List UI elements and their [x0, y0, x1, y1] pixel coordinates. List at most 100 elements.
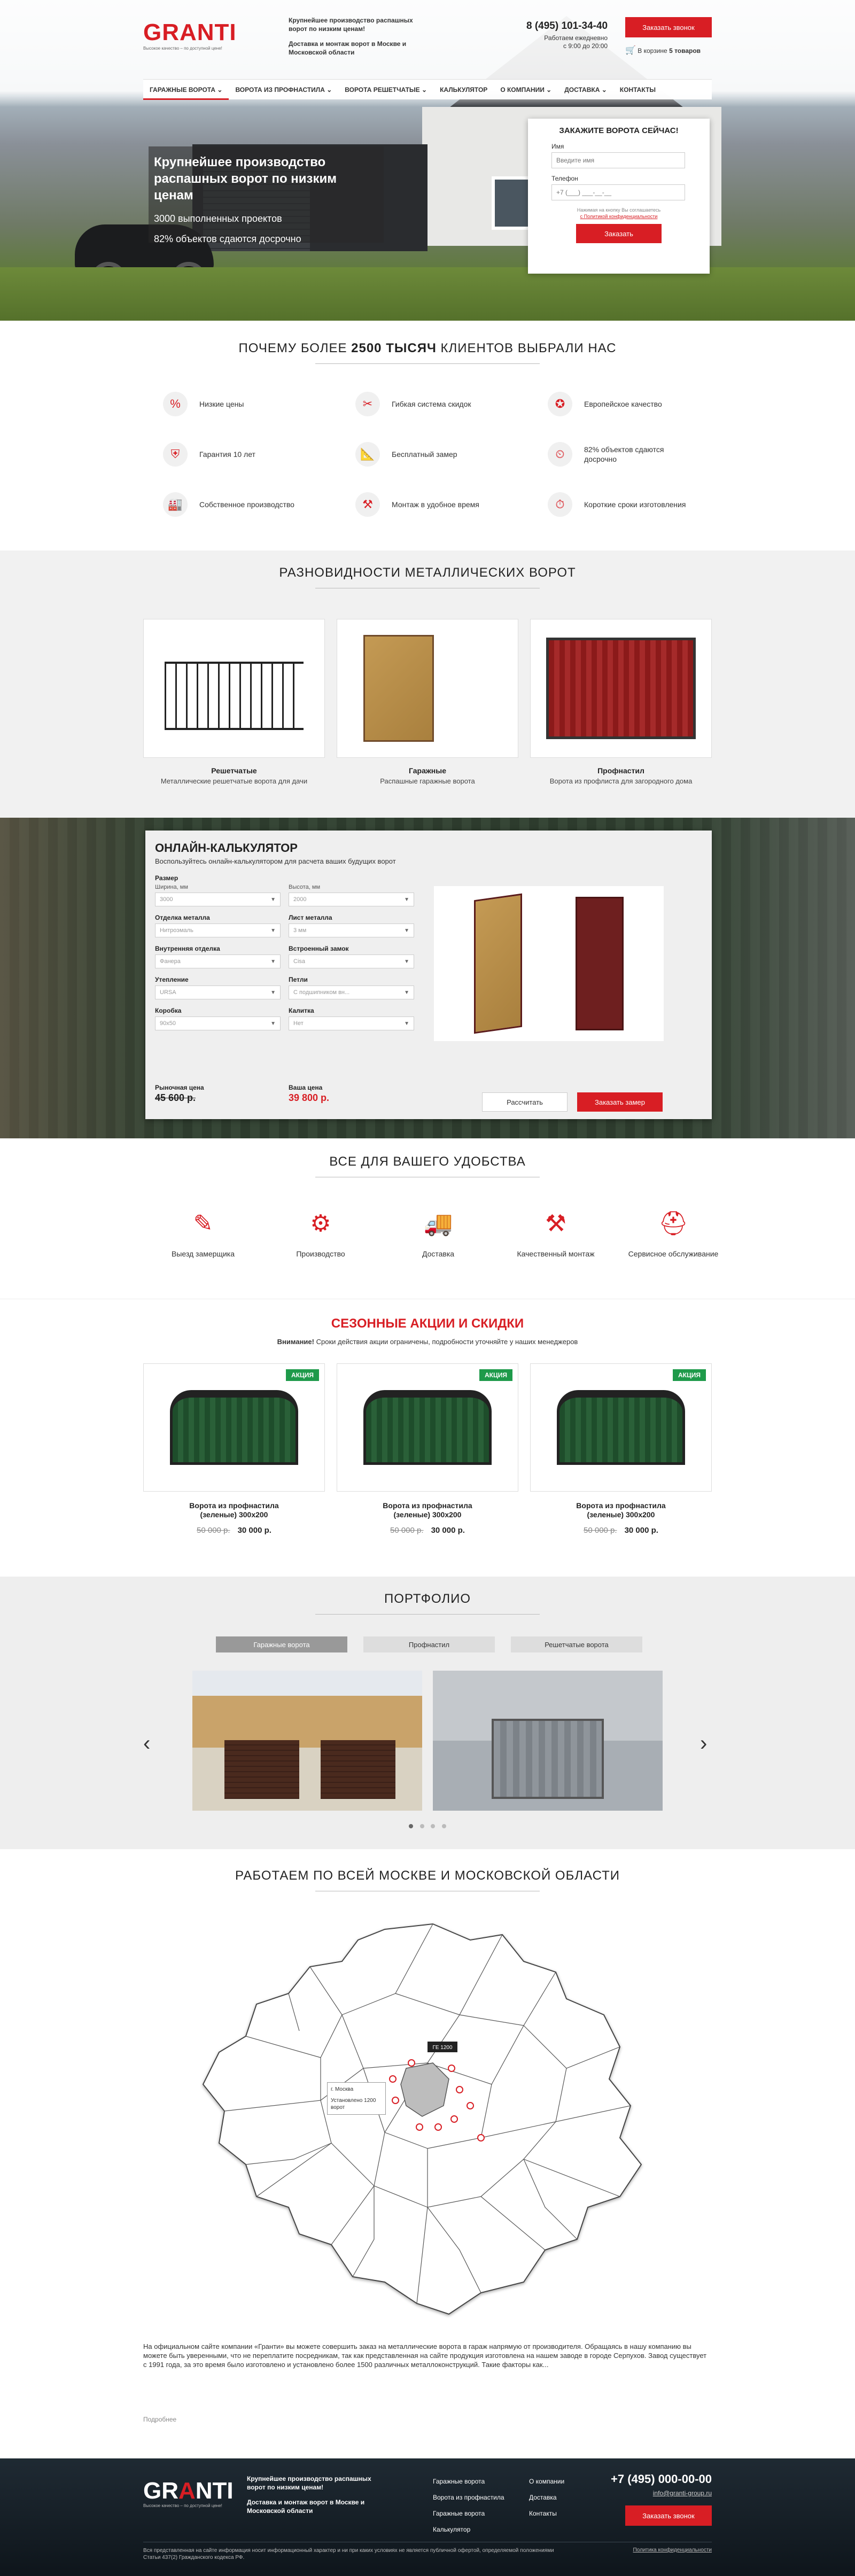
map-marker[interactable] — [448, 2065, 455, 2072]
portfolio-photo-brown-garage[interactable] — [192, 1671, 422, 1811]
box-select[interactable]: 90x50 ▼ — [155, 1017, 281, 1030]
slider-dot[interactable] — [441, 1824, 446, 1828]
why-title-suffix: клиентов выбрали нас — [440, 341, 617, 355]
chevron-down-icon: ▼ — [404, 958, 409, 965]
nav-item-profnastil-gates[interactable]: Ворота из профнастила ⌄ — [229, 80, 338, 100]
insulation-select[interactable]: URSA ▼ — [155, 986, 281, 999]
tab-profnastil[interactable]: Профнастил — [363, 1636, 495, 1652]
map-marker[interactable] — [477, 2134, 485, 2142]
new-price: 30 000 р. — [624, 1526, 658, 1535]
type-image — [337, 619, 518, 758]
type-card-garage[interactable]: Гаражные Распашные гаражные ворота — [337, 619, 518, 785]
phone-input[interactable] — [551, 184, 685, 200]
field-value: 3 мм — [293, 927, 307, 934]
nav-item-calculator[interactable]: Калькулятор — [433, 80, 494, 100]
type-card-profnastil[interactable]: Профнастил Ворота из профлиста для загор… — [530, 619, 712, 785]
drill-icon: ⚒ — [545, 1210, 566, 1237]
type-card-lattice[interactable]: Решетчатые Металлические решетчатые воро… — [143, 619, 325, 785]
calculator-panel: Онлайн-калькулятор Воспользуйтесь онлайн… — [145, 831, 712, 1119]
footer-email[interactable]: info@granti-group.ru — [566, 2489, 712, 2497]
map-marker[interactable] — [467, 2102, 474, 2109]
width-select[interactable]: 3000 ▼ — [155, 893, 281, 906]
promo-attention-bold: Внимание! — [277, 1338, 314, 1346]
slider-dot[interactable] — [431, 1824, 436, 1828]
footer-link[interactable]: Гаражные ворота — [433, 2505, 504, 2521]
field-label: Отделка металла — [155, 914, 210, 921]
order-measure-button[interactable]: Заказать замер — [577, 1092, 663, 1112]
nav-item-contacts[interactable]: Контакты — [613, 80, 662, 100]
order-submit-button[interactable]: Заказать — [576, 224, 662, 243]
field-value: URSA — [160, 989, 176, 996]
nav-item-about[interactable]: О компании ⌄ — [494, 80, 558, 100]
conv-item: ✎ Выезд замерщика — [155, 1205, 251, 1259]
footer-logo-mark: GRANTI — [143, 2478, 234, 2504]
footer-phone[interactable]: +7 (495) 000-00-00 — [566, 2472, 712, 2486]
wicket-select[interactable]: Нет ▼ — [289, 1017, 414, 1030]
sheet-select[interactable]: 3 мм ▼ — [289, 924, 414, 937]
nav-item-garage-gates[interactable]: Гаражные ворота ⌄ — [143, 80, 229, 100]
footer-link[interactable]: Калькулятор — [433, 2521, 504, 2538]
header-text-delivery: Доставка и монтаж ворот в Москве и Моско… — [289, 40, 407, 56]
price-row: Рыночная цена 45 600 р. Ваша цена 39 800… — [155, 1084, 414, 1104]
footer-logo[interactable]: GRANTI Высокое качество – по доступной ц… — [143, 2478, 234, 2509]
type-name: Гаражные — [409, 766, 446, 775]
map-marker[interactable] — [389, 2075, 397, 2083]
green-gate-image — [557, 1390, 685, 1465]
call-request-button[interactable]: Заказать звонок — [625, 17, 712, 37]
why-item-label: Гибкая система скидок — [392, 400, 471, 408]
calculate-button[interactable]: Рассчитать — [482, 1092, 568, 1112]
cart-link[interactable]: 🛒 В корзине 5 товаров — [625, 45, 701, 56]
map-marker[interactable] — [408, 2059, 415, 2067]
tab-garage-gates[interactable]: Гаражные ворота — [216, 1636, 347, 1652]
read-more-link[interactable]: Подробнее — [143, 2416, 176, 2423]
map-marker[interactable] — [416, 2123, 423, 2131]
slider-prev-arrow[interactable]: ‹ — [143, 1732, 150, 1756]
promo-card[interactable]: АКЦИЯ Ворота из профнастила (зеленые) 300… — [337, 1363, 518, 1535]
slider-next-arrow[interactable]: › — [700, 1732, 707, 1756]
footer-call-button[interactable]: Заказать звонок — [625, 2505, 712, 2526]
hero-title: Крупнейшее производство распашных ворот … — [154, 155, 337, 203]
height-select[interactable]: 2000 ▼ — [289, 893, 414, 906]
why-item-label: Гарантия 10 лет — [199, 450, 255, 459]
promo-badge: АКЦИЯ — [672, 1369, 706, 1381]
seo-text: На официальном сайте компании «Гранти» в… — [143, 2342, 707, 2369]
promo-card[interactable]: АКЦИЯ Ворота из профнастила (зеленые) 300… — [530, 1363, 712, 1535]
cart-prefix: В корзине — [638, 47, 667, 55]
why-item: 🏭 Собственное производство — [163, 490, 355, 519]
nav-item-delivery[interactable]: Доставка ⌄ — [558, 80, 613, 100]
hinges-select[interactable]: С подшипником вн... ▼ — [289, 986, 414, 999]
footer-link[interactable]: Ворота из профнастила — [433, 2489, 504, 2505]
calculator-section: Онлайн-калькулятор Воспользуйтесь онлайн… — [0, 818, 855, 1138]
why-item: ⏱ Короткие сроки изготовления — [548, 490, 719, 519]
header-phone[interactable]: 8 (495) 101-34-40 — [526, 20, 608, 32]
nav-item-lattice-gates[interactable]: Ворота решетчатые ⌄ — [338, 80, 433, 100]
promo-card[interactable]: АКЦИЯ Ворота из профнастила (зеленые) 300… — [143, 1363, 325, 1535]
logo[interactable]: GRANTI Высокое качество – по доступной ц… — [143, 20, 236, 51]
type-desc: Металлические решетчатые ворота для дачи — [160, 777, 308, 785]
privacy-policy-link[interactable]: с Политикой конфиденциальности — [580, 214, 658, 219]
footer-link[interactable]: Контакты — [529, 2505, 564, 2521]
header-text-production: Крупнейшее производство распашных ворот … — [289, 17, 413, 33]
cart-icon: 🛒 — [625, 46, 636, 55]
map-marker[interactable] — [456, 2086, 463, 2093]
map-marker[interactable] — [450, 2115, 458, 2123]
inner-finish-select[interactable]: Фанера ▼ — [155, 955, 281, 968]
tab-lattice-gates[interactable]: Решетчатые ворота — [511, 1636, 642, 1652]
footer-privacy-link[interactable]: Политика конфиденциальности — [620, 2547, 712, 2553]
slider-dot[interactable] — [409, 1824, 414, 1828]
map-marker[interactable] — [434, 2123, 442, 2131]
calc-field-insulation: Утепление URSA ▼ — [155, 976, 281, 999]
footer-link[interactable]: О компании — [529, 2473, 564, 2489]
name-input[interactable] — [551, 152, 685, 168]
footer-link[interactable]: Гаражные ворота — [433, 2473, 504, 2489]
size-label: Размер — [155, 874, 178, 882]
map-marker[interactable] — [392, 2097, 399, 2104]
finish-select[interactable]: Нитроэмаль ▼ — [155, 924, 281, 937]
chevron-down-icon: ▼ — [270, 927, 276, 934]
footer-link[interactable]: Доставка — [529, 2489, 564, 2505]
slider-dot[interactable] — [419, 1824, 424, 1828]
why-item: ✂ Гибкая система скидок — [355, 389, 548, 419]
lock-select[interactable]: Cisa ▼ — [289, 955, 414, 968]
conv-item-label: Сервисное обслуживание — [628, 1250, 719, 1258]
portfolio-photo-grey-gate[interactable] — [433, 1671, 663, 1811]
